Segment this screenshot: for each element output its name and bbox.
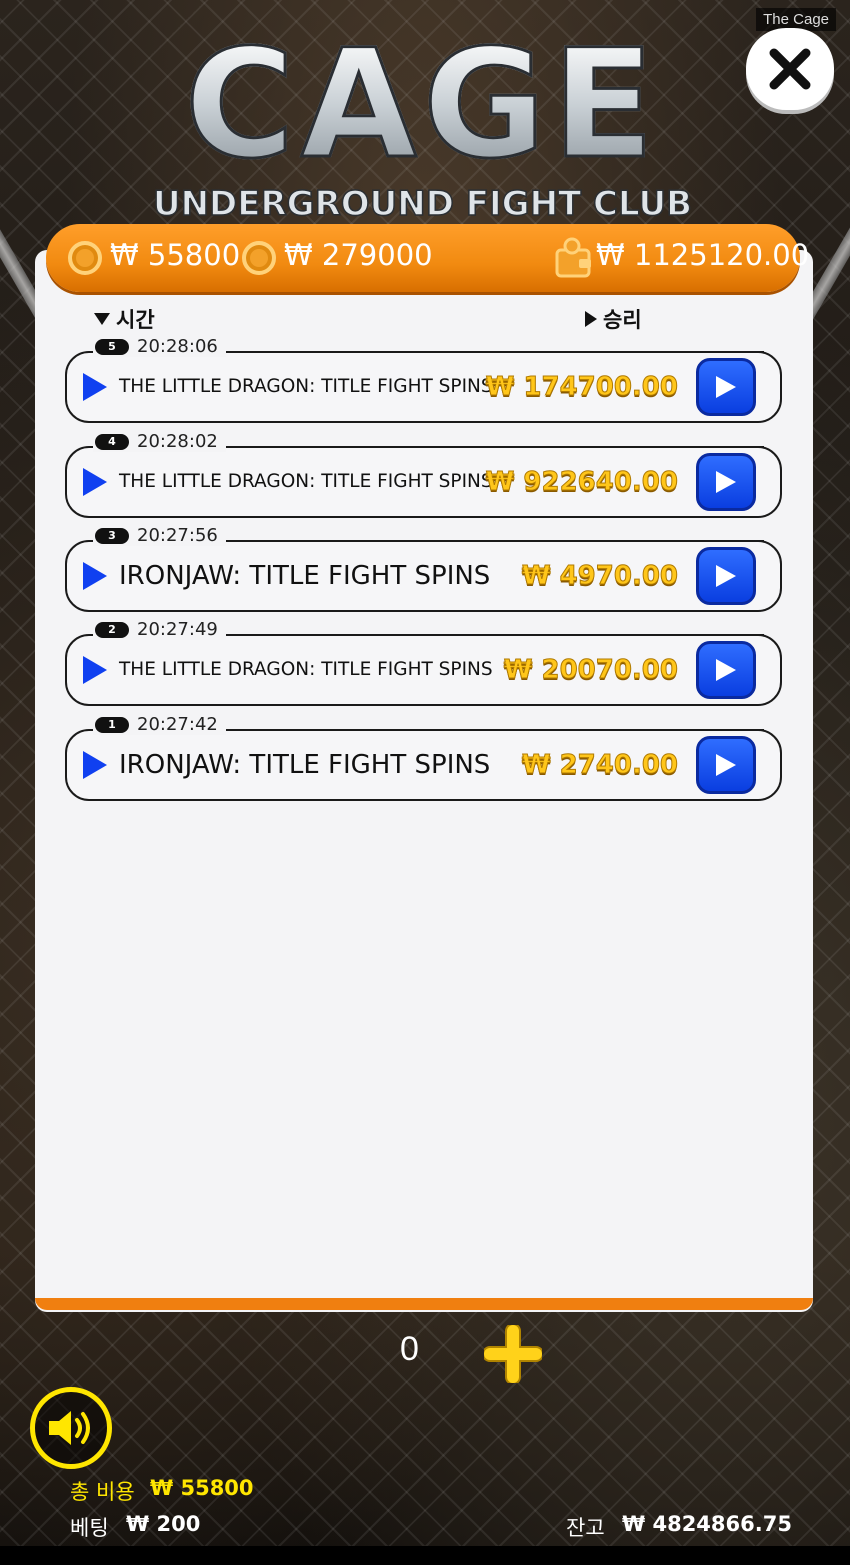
play-icon	[716, 754, 736, 776]
wallet-icon	[555, 237, 591, 278]
sound-button[interactable]	[30, 1387, 112, 1469]
history-row[interactable]: 1 20:27:42 IRONJAW: TITLE FIGHT SPINS ₩ …	[65, 714, 782, 801]
row-win-amount: ₩ 20070.00	[503, 655, 678, 686]
row-win-amount: ₩ 2740.00	[521, 750, 678, 781]
bottom-strip	[0, 1546, 850, 1565]
logo-title: CAGE	[150, 29, 695, 182]
history-row[interactable]: 5 20:28:06 THE LITTLE DRAGON: TITLE FIGH…	[65, 336, 782, 423]
logo-subtitle: UNDERGROUND FIGHT CLUB	[152, 183, 693, 225]
wallet-stat: ₩ 1125120.00	[596, 238, 810, 272]
coin-stat-2: ₩ 279000	[284, 238, 433, 272]
row-title: THE LITTLE DRAGON: TITLE FIGHT SPINS	[119, 471, 493, 492]
replay-button[interactable]	[696, 547, 756, 605]
history-row[interactable]: 3 20:27:56 IRONJAW: TITLE FIGHT SPINS ₩ …	[65, 525, 782, 612]
time-header-label: 시간	[116, 308, 155, 332]
total-cost-value: ₩ 55800	[150, 1476, 254, 1500]
feature-count: 0	[400, 1330, 419, 1368]
row-title: IRONJAW: TITLE FIGHT SPINS	[119, 750, 491, 780]
coin-icon	[68, 241, 102, 275]
play-icon	[716, 471, 736, 493]
play-icon	[716, 565, 736, 587]
close-icon	[769, 48, 811, 90]
play-icon	[83, 373, 107, 401]
balance-label: 잔고	[566, 1516, 605, 1540]
balance-value: ₩ 4824866.75	[622, 1512, 792, 1536]
bet-label: 베팅	[70, 1516, 109, 1540]
history-row[interactable]: 4 20:28:02 THE LITTLE DRAGON: TITLE FIGH…	[65, 431, 782, 518]
replay-button[interactable]	[696, 736, 756, 794]
sort-win-header[interactable]: 승리	[585, 304, 642, 334]
replay-button[interactable]	[696, 453, 756, 511]
play-icon	[83, 468, 107, 496]
coin-stat-1: ₩ 55800	[110, 238, 241, 272]
coin-icon	[242, 241, 276, 275]
play-icon	[83, 656, 107, 684]
row-win-amount: ₩ 174700.00	[485, 372, 678, 403]
win-header-label: 승리	[603, 308, 642, 332]
history-row[interactable]: 2 20:27:49 THE LITTLE DRAGON: TITLE FIGH…	[65, 619, 782, 706]
row-title: THE LITTLE DRAGON: TITLE FIGHT SPINS	[119, 376, 493, 397]
replay-button[interactable]	[696, 641, 756, 699]
stats-bar: ₩ 55800 ₩ 279000 ₩ 1125120.00	[46, 224, 809, 292]
panel-bottom-edge	[35, 1298, 813, 1310]
replay-button[interactable]	[696, 358, 756, 416]
sound-icon	[49, 1411, 90, 1445]
row-win-amount: ₩ 922640.00	[485, 467, 678, 498]
row-title: IRONJAW: TITLE FIGHT SPINS	[119, 561, 491, 591]
close-button[interactable]	[746, 28, 834, 110]
bet-value: ₩ 200	[126, 1512, 201, 1536]
sort-down-icon	[94, 313, 110, 325]
play-icon	[716, 376, 736, 398]
play-icon	[83, 562, 107, 590]
plus-icon[interactable]	[484, 1325, 542, 1383]
row-title: THE LITTLE DRAGON: TITLE FIGHT SPINS	[119, 659, 493, 680]
game-logo: CAGE UNDERGROUND FIGHT CLUB	[150, 29, 695, 230]
sort-right-icon	[585, 311, 597, 327]
row-win-amount: ₩ 4970.00	[521, 561, 678, 592]
play-icon	[716, 659, 736, 681]
sort-time-header[interactable]: 시간	[94, 304, 155, 334]
total-cost-label: 총 비용	[70, 1480, 135, 1504]
play-icon	[83, 751, 107, 779]
